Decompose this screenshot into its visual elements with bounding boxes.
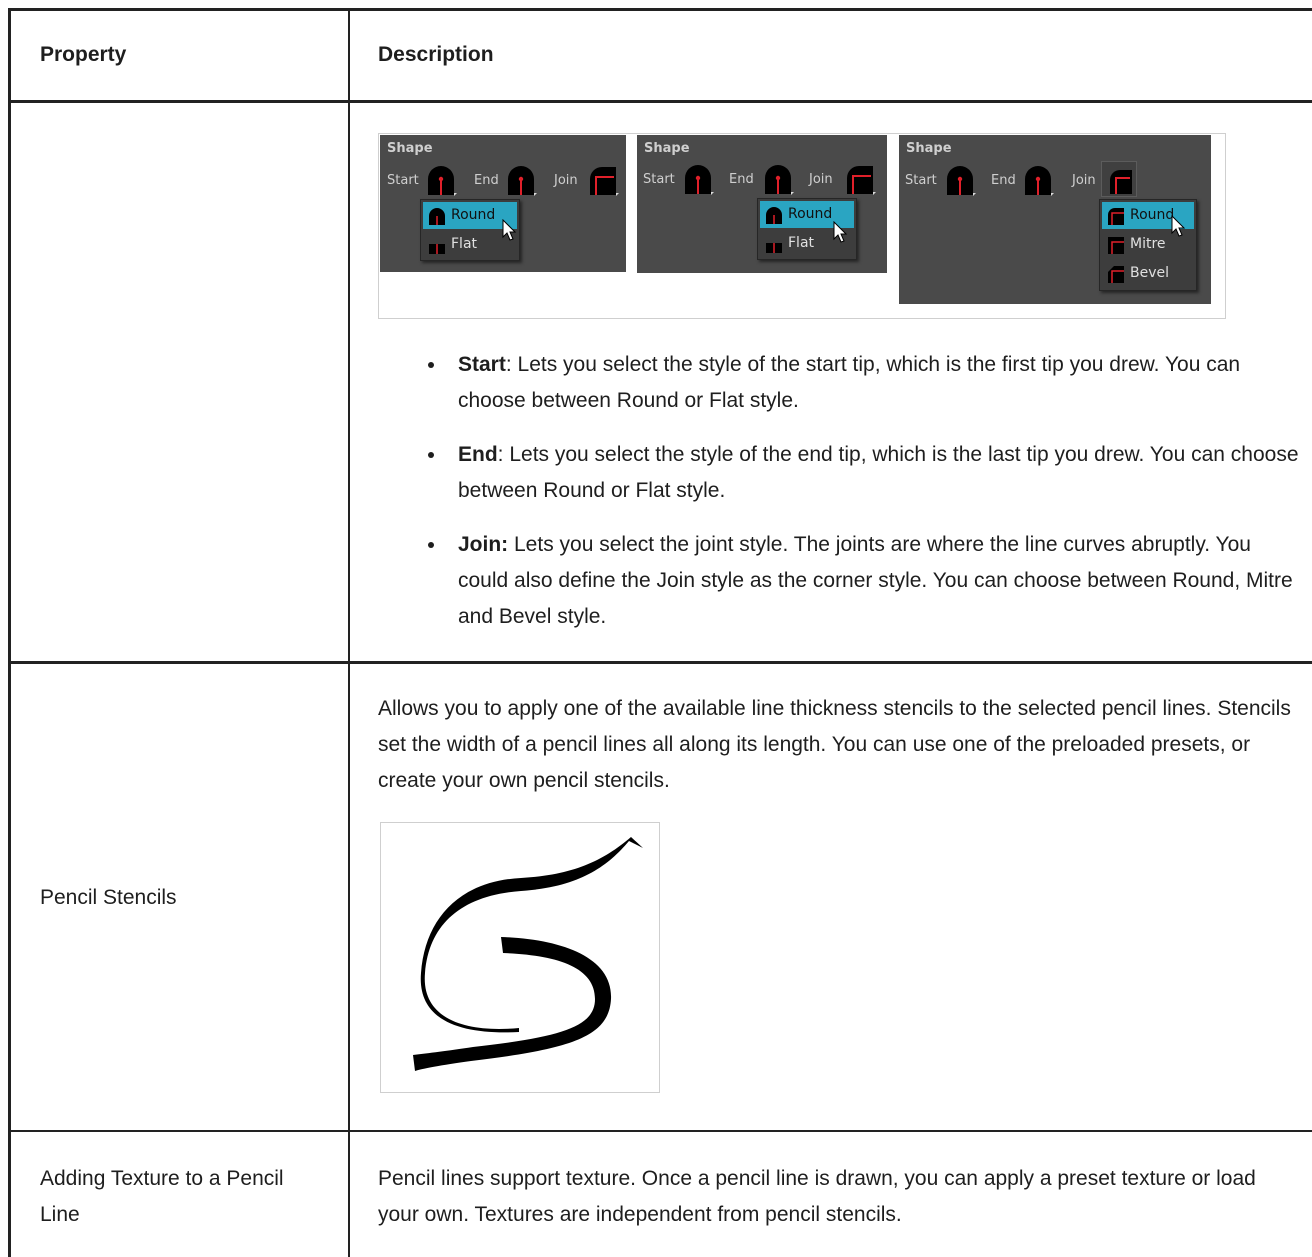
list-item-join: Join: Lets you select the joint style. T… xyxy=(420,527,1300,635)
description-adding-texture: Pencil lines support texture. Once a pen… xyxy=(378,1167,1256,1226)
term: Start xyxy=(458,353,506,376)
bullet-icon xyxy=(428,542,434,548)
bevel-join-icon xyxy=(1108,266,1124,283)
round-tip-icon xyxy=(429,208,445,225)
menu-item-label: Mitre xyxy=(1130,236,1166,252)
join-round-icon xyxy=(1101,161,1137,197)
term: End xyxy=(458,443,498,466)
menu-item-label: Flat xyxy=(451,236,478,252)
join-label: Join xyxy=(1072,173,1096,188)
mouse-cursor-icon xyxy=(833,221,848,243)
round-join-icon xyxy=(1108,208,1124,225)
table-top-border xyxy=(9,8,1312,11)
mouse-cursor-icon xyxy=(502,219,517,241)
flat-tip-icon xyxy=(429,244,445,254)
menu-item-label: Round xyxy=(1130,207,1175,223)
start-round-icon xyxy=(681,162,715,196)
row-divider-2 xyxy=(9,1130,1312,1132)
column-divider xyxy=(348,8,350,1257)
start-label: Start xyxy=(905,173,937,188)
end-round-icon xyxy=(761,162,795,196)
table-left-border xyxy=(8,8,11,1257)
flat-tip-icon xyxy=(766,243,782,253)
end-round-icon xyxy=(504,163,538,197)
start-round-icon xyxy=(424,163,458,197)
row-divider-1 xyxy=(9,661,1312,664)
header-divider xyxy=(9,100,1312,103)
panel-title: Shape xyxy=(644,141,690,156)
start-round-icon xyxy=(943,163,977,197)
pencil-stroke-illustration xyxy=(413,837,643,1071)
end-round-icon xyxy=(1021,163,1055,197)
list-item-end: End: Lets you select the style of the en… xyxy=(420,437,1300,509)
menu-item-bevel[interactable]: Bevel xyxy=(1102,260,1194,287)
list-item-start: Start: Lets you select the style of the … xyxy=(420,347,1300,419)
start-label: Start xyxy=(643,172,675,187)
definition: Lets you select the joint style. The joi… xyxy=(458,533,1293,628)
join-label: Join xyxy=(554,173,578,188)
mouse-cursor-icon xyxy=(1171,215,1186,237)
shape-panel-2: Shape Start End Join Round Flat xyxy=(637,135,887,273)
property-adding-texture: Adding Texture to a Pencil Line xyxy=(40,1167,284,1226)
bullet-icon xyxy=(428,362,434,368)
panel-title: Shape xyxy=(906,141,952,156)
shape-panels-image: Shape Start End Join Round Flat Shape St… xyxy=(378,133,1226,319)
menu-item-label: Bevel xyxy=(1130,265,1170,281)
properties-table: Property Description Shape Start End Joi… xyxy=(0,0,1312,1257)
description-pencil-stencils: Allows you to apply one of the available… xyxy=(378,697,1291,792)
pencil-stencil-image xyxy=(380,822,660,1093)
shape-options-list: Start: Lets you select the style of the … xyxy=(420,347,1300,653)
property-pencil-stencils: Pencil Stencils xyxy=(40,886,177,909)
start-label: Start xyxy=(387,173,419,188)
definition: : Lets you select the style of the start… xyxy=(458,353,1241,412)
header-property: Property xyxy=(40,43,127,66)
join-round-icon xyxy=(843,162,877,196)
menu-item-label: Round xyxy=(451,207,496,223)
term: Join: xyxy=(458,533,509,556)
end-label: End xyxy=(991,173,1016,188)
end-label: End xyxy=(729,172,754,187)
panel-title: Shape xyxy=(387,141,433,156)
join-label: Join xyxy=(809,172,833,187)
end-label: End xyxy=(474,173,499,188)
join-round-icon xyxy=(586,163,620,197)
header-description: Description xyxy=(378,43,494,66)
definition: : Lets you select the style of the end t… xyxy=(458,443,1299,502)
shape-panel-3: Shape Start End Join Round Mitre Bevel xyxy=(899,135,1211,304)
round-tip-icon xyxy=(766,207,782,224)
join-style-menu: Round Mitre Bevel xyxy=(1099,199,1197,291)
shape-panel-1: Shape Start End Join Round Flat xyxy=(380,135,626,272)
bullet-icon xyxy=(428,452,434,458)
menu-item-label: Round xyxy=(788,206,833,222)
menu-item-label: Flat xyxy=(788,235,815,251)
mitre-join-icon xyxy=(1108,237,1124,254)
